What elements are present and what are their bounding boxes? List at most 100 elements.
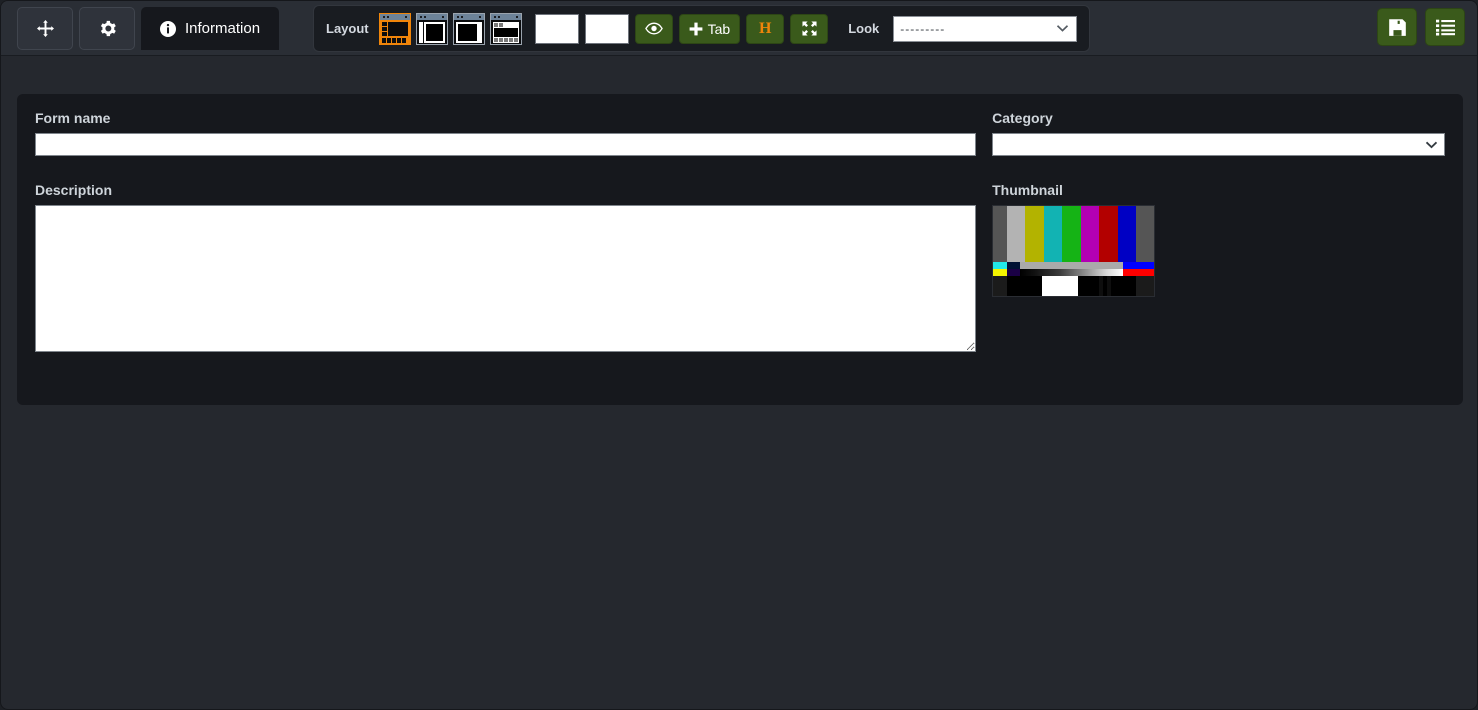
thumbnail-field-group: Thumbnail xyxy=(992,182,1445,297)
layout-icon-dot xyxy=(386,15,389,18)
layout-option-top-tabs[interactable] xyxy=(489,12,522,45)
layout-icon-dot xyxy=(515,15,518,18)
layout-icon-cell xyxy=(503,37,508,42)
layout-icon-dot xyxy=(382,15,385,18)
layout-icon-cell xyxy=(386,37,391,43)
layout-icon-dot xyxy=(423,15,426,18)
layout-icon-cell xyxy=(391,37,396,43)
layout-icon-dot xyxy=(419,15,422,18)
layout-icon-cell xyxy=(508,37,513,42)
expand-arrows-icon xyxy=(802,21,817,36)
tab-information[interactable]: Information xyxy=(141,7,280,50)
thumbnail-label: Thumbnail xyxy=(992,182,1063,198)
thumbnail-bar xyxy=(1136,206,1154,262)
thumbnail-bar xyxy=(1117,206,1137,262)
look-label: Look xyxy=(848,21,880,36)
plus-icon xyxy=(689,22,703,36)
gear-icon xyxy=(99,20,116,37)
description-label: Description xyxy=(35,182,113,198)
layout-icon-dot xyxy=(497,15,500,18)
look-select[interactable]: --------- xyxy=(893,15,1078,42)
layout-toolbar-group: Layout Tab H Look --------- xyxy=(313,5,1091,52)
thumbnail-bar xyxy=(1077,276,1099,296)
thumbnail-row-castellation xyxy=(993,262,1155,276)
add-tab-button-label: Tab xyxy=(707,20,731,37)
thumbnail-bar xyxy=(993,206,1007,262)
layout-icon-main-inner xyxy=(425,23,443,41)
floppy-disk-icon xyxy=(1388,18,1407,37)
layout-group-label: Layout xyxy=(326,21,369,36)
info-circle-icon xyxy=(160,20,176,37)
description-field-group: Description xyxy=(35,182,977,357)
tab-information-label: Information xyxy=(185,20,261,37)
thumbnail-image[interactable] xyxy=(992,205,1156,297)
layout-icon-main-inner xyxy=(457,23,477,41)
layout-option-split-left[interactable] xyxy=(415,12,448,45)
form-left-column: Form name Description xyxy=(27,110,984,357)
fullscreen-button[interactable] xyxy=(790,13,829,44)
heading-button-label: H xyxy=(758,19,772,37)
layout-icon-cell xyxy=(401,37,406,43)
form-name-input[interactable] xyxy=(35,133,977,156)
layout-icon-cell xyxy=(381,31,387,36)
thumbnail-bar xyxy=(1110,276,1137,296)
thumbnail-bar xyxy=(1025,206,1044,262)
move-arrows-icon xyxy=(36,20,54,37)
layout-icon-dot xyxy=(404,15,407,18)
layout-icon-dot xyxy=(460,15,463,18)
category-label: Category xyxy=(992,110,1053,126)
thumbnail-bar xyxy=(1062,206,1081,262)
layout-icon-tab xyxy=(498,22,503,27)
form-right-column: Category Thumbnail xyxy=(984,110,1453,357)
thumbnail-bar xyxy=(1006,206,1026,262)
form-name-label: Form name xyxy=(35,110,111,126)
add-tab-button[interactable]: Tab xyxy=(678,13,741,44)
layout-icon-cell xyxy=(381,21,387,26)
layout-icon-tab xyxy=(493,22,498,27)
information-form-panel: Form name Description Category Thumbnail xyxy=(17,94,1463,405)
layout-option-centered[interactable] xyxy=(452,12,485,45)
toolbar-right-actions xyxy=(1369,8,1465,46)
layout-icon-cell xyxy=(498,37,503,42)
layout-icon-tab xyxy=(503,22,518,27)
layout-icon-cell xyxy=(396,37,401,43)
preview-button[interactable] xyxy=(634,13,673,44)
list-icon xyxy=(1435,19,1455,36)
thumbnail-bar xyxy=(1043,206,1063,262)
layout-icon-sidebar xyxy=(418,21,423,43)
thumbnail-bar xyxy=(1122,262,1155,276)
list-button[interactable] xyxy=(1425,8,1465,46)
layout-icon-main xyxy=(387,21,408,36)
layout-icon-dot xyxy=(493,15,496,18)
thumbnail-bar xyxy=(1080,206,1100,262)
thumbnail-bar xyxy=(1042,276,1078,296)
form-columns: Form name Description Category Thumbnail xyxy=(27,110,1453,357)
eye-icon xyxy=(644,22,663,35)
thumbnail-row-colorbars xyxy=(993,206,1154,262)
layout-icon-cell xyxy=(493,37,498,42)
thumbnail-row-pluge xyxy=(993,276,1154,296)
save-button[interactable] xyxy=(1377,8,1417,46)
layout-icon-dot xyxy=(441,15,444,18)
look-select-value: --------- xyxy=(900,21,946,36)
heading-button[interactable]: H xyxy=(746,13,785,44)
blank-button-2[interactable] xyxy=(584,13,629,44)
chevron-down-icon xyxy=(1425,137,1438,152)
layout-icon-main-inner xyxy=(493,27,518,37)
chevron-down-icon xyxy=(1056,22,1069,36)
toolbar-tab-group: Information xyxy=(17,7,285,50)
category-select[interactable] xyxy=(992,133,1445,156)
thumbnail-bar xyxy=(1099,206,1118,262)
layout-icon-dot xyxy=(456,15,459,18)
tab-move[interactable] xyxy=(17,7,73,50)
thumbnail-bar xyxy=(993,276,1007,296)
layout-icon-dot xyxy=(478,15,481,18)
thumbnail-bar xyxy=(993,262,1007,276)
layout-icon-cell xyxy=(381,37,386,43)
description-textarea[interactable] xyxy=(35,205,977,352)
layout-option-sidebar-left-bottom[interactable] xyxy=(378,12,411,45)
blank-button-1[interactable] xyxy=(534,13,579,44)
tab-settings[interactable] xyxy=(79,7,135,50)
layout-icon-cell xyxy=(381,26,387,31)
thumbnail-gradient xyxy=(1019,262,1123,276)
